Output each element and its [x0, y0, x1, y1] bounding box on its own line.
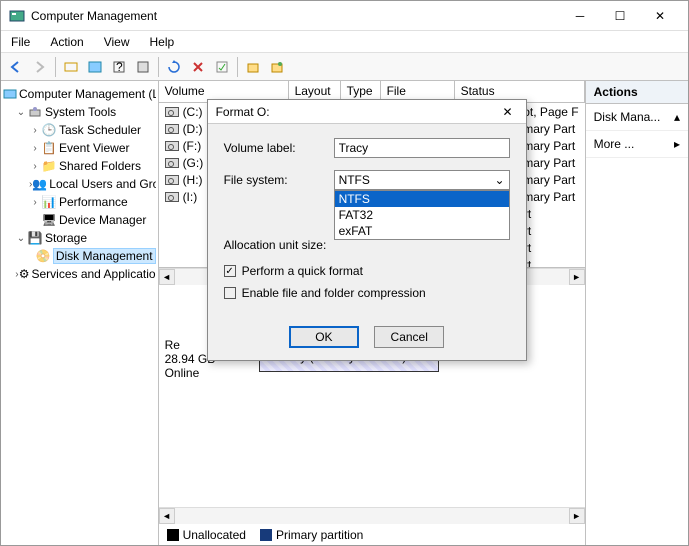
tree-performance[interactable]: ›📊Performance: [3, 193, 156, 211]
menu-view[interactable]: View: [100, 33, 134, 51]
tree-local-users[interactable]: ›👥Local Users and Gro: [3, 175, 156, 193]
filesystem-label: File system:: [224, 173, 334, 187]
tool-icon-4[interactable]: [132, 56, 154, 78]
scrollbar-bottom[interactable]: ◄►: [159, 507, 585, 523]
compression-checkbox[interactable]: Enable file and folder compression: [224, 286, 510, 300]
tree-system-tools[interactable]: ⌄System Tools: [3, 103, 156, 121]
format-dialog: Format O: ✕ Volume label: File system: N…: [207, 99, 527, 361]
tool-icon-2[interactable]: [84, 56, 106, 78]
chevron-down-icon: ⌄: [495, 173, 505, 187]
actions-pane: Actions Disk Mana...▴ More ...▸: [586, 81, 688, 545]
checkbox-icon-unchecked: [224, 287, 236, 299]
minimize-button[interactable]: ─: [560, 2, 600, 30]
volume-label-input[interactable]: [334, 138, 510, 158]
delete-icon[interactable]: [187, 56, 209, 78]
ok-button[interactable]: OK: [289, 326, 359, 348]
tool-icon-3[interactable]: ?: [108, 56, 130, 78]
actions-more[interactable]: More ...▸: [586, 131, 688, 158]
tree-shared-folders[interactable]: ›📁Shared Folders: [3, 157, 156, 175]
fs-option-fat32[interactable]: FAT32: [335, 207, 509, 223]
back-button[interactable]: [5, 56, 27, 78]
checkbox-icon-checked: ✓: [224, 265, 236, 277]
dialog-title: Format O:: [216, 105, 498, 119]
fs-option-ntfs[interactable]: NTFS: [335, 191, 509, 207]
menu-action[interactable]: Action: [46, 33, 87, 51]
actions-header: Actions: [586, 81, 688, 104]
tree-services[interactable]: ›⚙Services and Applicatio: [3, 265, 156, 283]
close-button[interactable]: ✕: [640, 2, 680, 30]
legend: Unallocated Primary partition: [159, 523, 585, 545]
fs-option-exfat[interactable]: exFAT: [335, 223, 509, 239]
tree-event-viewer[interactable]: ›📋Event Viewer: [3, 139, 156, 157]
cancel-button[interactable]: Cancel: [374, 326, 444, 348]
tool-icon-6[interactable]: [266, 56, 288, 78]
title-bar: Computer Management ─ ☐ ✕: [1, 1, 688, 31]
quick-format-checkbox[interactable]: ✓ Perform a quick format: [224, 264, 510, 278]
maximize-button[interactable]: ☐: [600, 2, 640, 30]
tree-storage[interactable]: ⌄💾Storage: [3, 229, 156, 247]
collapse-icon: ▴: [674, 110, 680, 124]
main-pane: Volume Layout Type File System Status (C…: [159, 81, 586, 545]
forward-button[interactable]: [29, 56, 51, 78]
toolbar: ?: [1, 53, 688, 81]
tool-icon-5[interactable]: [242, 56, 264, 78]
properties-icon[interactable]: [211, 56, 233, 78]
tool-icon-1[interactable]: [60, 56, 82, 78]
dialog-title-bar[interactable]: Format O: ✕: [208, 100, 526, 124]
menu-help[interactable]: Help: [146, 33, 179, 51]
allocation-unit-label: Allocation unit size:: [224, 238, 334, 252]
menu-file[interactable]: File: [7, 33, 34, 51]
menu-bar: File Action View Help: [1, 31, 688, 53]
filesystem-select[interactable]: NTFS⌄ NTFS FAT32 exFAT: [334, 170, 510, 190]
refresh-icon[interactable]: [163, 56, 185, 78]
filesystem-dropdown-list[interactable]: NTFS FAT32 exFAT: [334, 190, 510, 240]
volume-label-label: Volume label:: [224, 141, 334, 155]
tree-device-manager[interactable]: 🖥Device Manager: [3, 211, 156, 229]
svg-text:?: ?: [116, 60, 123, 74]
app-icon: [9, 8, 25, 24]
tree-disk-management[interactable]: 📀Disk Management: [3, 247, 156, 265]
window-title: Computer Management: [31, 9, 560, 23]
tree-task-scheduler[interactable]: ›🕒Task Scheduler: [3, 121, 156, 139]
tree-pane: Computer Management (L ⌄System Tools ›🕒T…: [1, 81, 159, 545]
chevron-right-icon: ▸: [674, 137, 680, 151]
tree-root[interactable]: Computer Management (L: [3, 85, 156, 103]
dialog-close-button[interactable]: ✕: [498, 105, 518, 119]
actions-disk-mgmt[interactable]: Disk Mana...▴: [586, 104, 688, 131]
